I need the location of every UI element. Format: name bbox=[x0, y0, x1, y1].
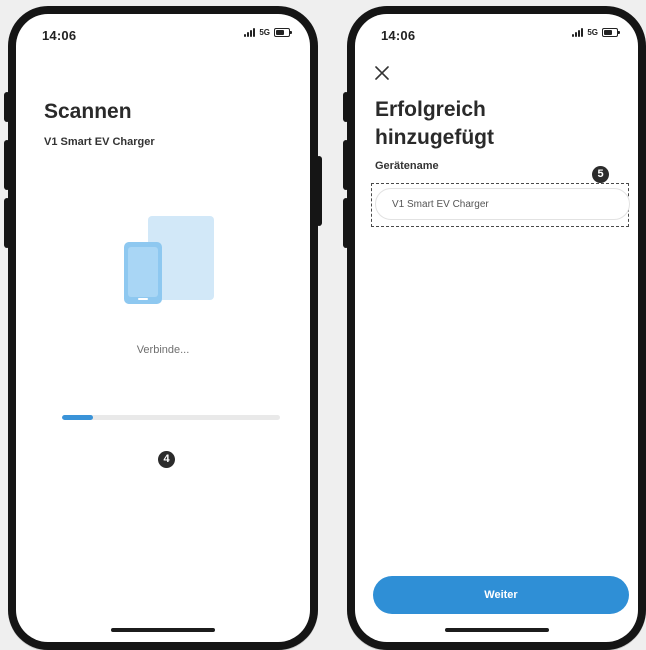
signal-icon bbox=[244, 28, 256, 37]
device-name-input[interactable] bbox=[375, 188, 630, 220]
network-label: 5G bbox=[259, 28, 270, 37]
step-marker-4: 4 bbox=[158, 451, 175, 468]
progress-fill bbox=[62, 415, 93, 420]
volume-button bbox=[343, 198, 349, 248]
volume-button bbox=[343, 140, 349, 190]
connecting-status: Verbinde... bbox=[136, 344, 190, 356]
device-illustration-icon bbox=[118, 214, 218, 314]
status-time: 14:06 bbox=[381, 28, 416, 43]
volume-button bbox=[343, 92, 349, 122]
home-indicator[interactable] bbox=[444, 628, 549, 632]
added-screen: 14:06 5G Erfolgreich hinzugefügt Geräten… bbox=[355, 14, 638, 642]
close-icon[interactable] bbox=[373, 64, 391, 82]
status-icons: 5G bbox=[572, 28, 620, 37]
signal-icon bbox=[572, 28, 584, 37]
battery-icon bbox=[602, 28, 620, 37]
scanning-screen: 14:06 5G Scannen V1 Smart EV Charger Ver… bbox=[16, 14, 310, 642]
page-title: Scannen bbox=[44, 100, 132, 123]
home-indicator[interactable] bbox=[111, 628, 215, 632]
volume-button bbox=[4, 198, 10, 248]
network-label: 5G bbox=[587, 28, 598, 37]
power-button bbox=[316, 156, 322, 226]
volume-button bbox=[4, 140, 10, 190]
page-title: Erfolgreich hinzugefügt bbox=[375, 98, 494, 149]
status-time: 14:06 bbox=[42, 28, 77, 43]
device-name-label: Gerätename bbox=[375, 160, 439, 172]
volume-button bbox=[4, 92, 10, 122]
status-bar: 14:06 5G bbox=[355, 14, 638, 54]
next-button[interactable]: Weiter bbox=[373, 576, 629, 614]
status-bar: 14:06 5G bbox=[16, 14, 310, 54]
connection-progress-bar bbox=[62, 415, 280, 420]
step-marker-5: 5 bbox=[592, 166, 609, 183]
phone-added: 14:06 5G Erfolgreich hinzugefügt Geräten… bbox=[343, 6, 646, 650]
device-subtitle: V1 Smart EV Charger bbox=[44, 136, 155, 148]
phone-scanning: 14:06 5G Scannen V1 Smart EV Charger Ver… bbox=[4, 6, 322, 650]
status-icons: 5G bbox=[244, 28, 292, 37]
canvas: 14:06 5G Scannen V1 Smart EV Charger Ver… bbox=[0, 0, 646, 650]
battery-icon bbox=[274, 28, 292, 37]
